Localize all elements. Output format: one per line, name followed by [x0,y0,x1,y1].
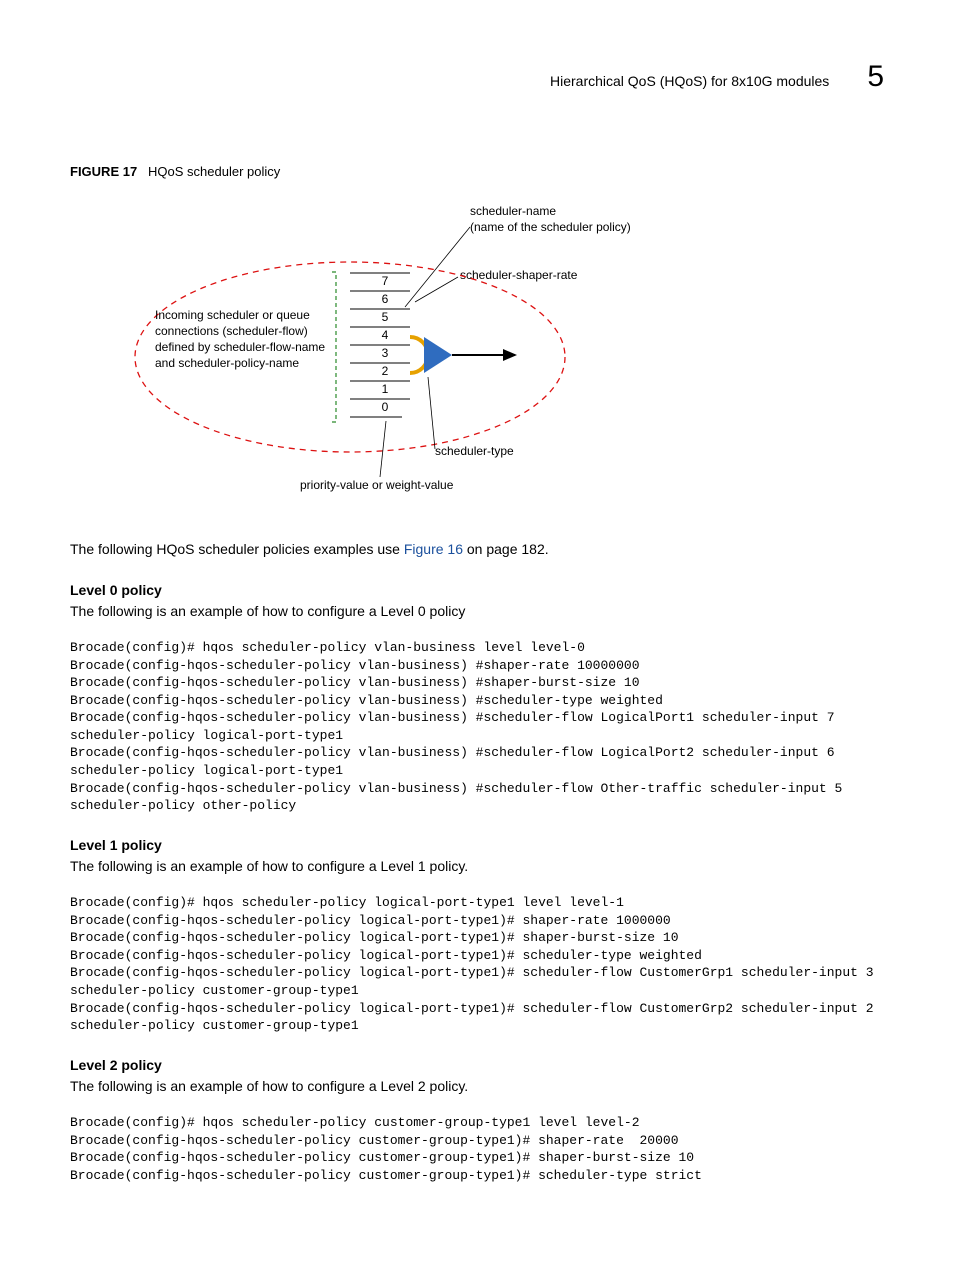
header-title: Hierarchical QoS (HQoS) for 8x10G module… [550,73,829,89]
label-incoming-1: Incoming scheduler or queue [155,308,310,322]
page-header: Hierarchical QoS (HQoS) for 8x10G module… [70,60,884,94]
slot-1: 1 [382,382,389,396]
slot-7: 7 [382,274,389,288]
level1-intro: The following is an example of how to co… [70,857,884,877]
level1-code: Brocade(config)# hqos scheduler-policy l… [70,894,884,1034]
label-incoming-3: defined by scheduler-flow-name [155,340,325,354]
level2-heading: Level 2 policy [70,1057,884,1073]
intro-suffix: on page 182. [463,541,549,557]
slot-0: 0 [382,400,389,414]
label-scheduler-name-1: scheduler-name [470,204,556,218]
slot-5: 5 [382,310,389,324]
figure-16-link[interactable]: Figure 16 [404,541,463,557]
scheduler-diagram: scheduler-name (name of the scheduler po… [100,197,884,510]
level0-heading: Level 0 policy [70,582,884,598]
label-incoming-2: connections (scheduler-flow) [155,324,308,338]
label-scheduler-name-2: (name of the scheduler policy) [470,220,631,234]
label-incoming-4: and scheduler-policy-name [155,356,299,370]
figure-title: HQoS scheduler policy [148,164,280,179]
level0-intro: The following is an example of how to co… [70,602,884,622]
level2-code: Brocade(config)# hqos scheduler-policy c… [70,1114,884,1184]
label-shaper-rate: scheduler-shaper-rate [460,268,578,282]
slot-4: 4 [382,328,389,342]
label-scheduler-type: scheduler-type [435,444,514,458]
label-priority-weight: priority-value or weight-value [300,478,454,492]
level1-heading: Level 1 policy [70,837,884,853]
chapter-number: 5 [867,60,884,94]
level0-code: Brocade(config)# hqos scheduler-policy v… [70,639,884,814]
figure-caption: FIGURE 17 HQoS scheduler policy [70,164,884,179]
level2-intro: The following is an example of how to co… [70,1077,884,1097]
figure-label: FIGURE 17 [70,164,137,179]
intro-prefix: The following HQoS scheduler policies ex… [70,541,404,557]
intro-paragraph: The following HQoS scheduler policies ex… [70,540,884,560]
slot-2: 2 [382,364,389,378]
slot-3: 3 [382,346,389,360]
slot-6: 6 [382,292,389,306]
